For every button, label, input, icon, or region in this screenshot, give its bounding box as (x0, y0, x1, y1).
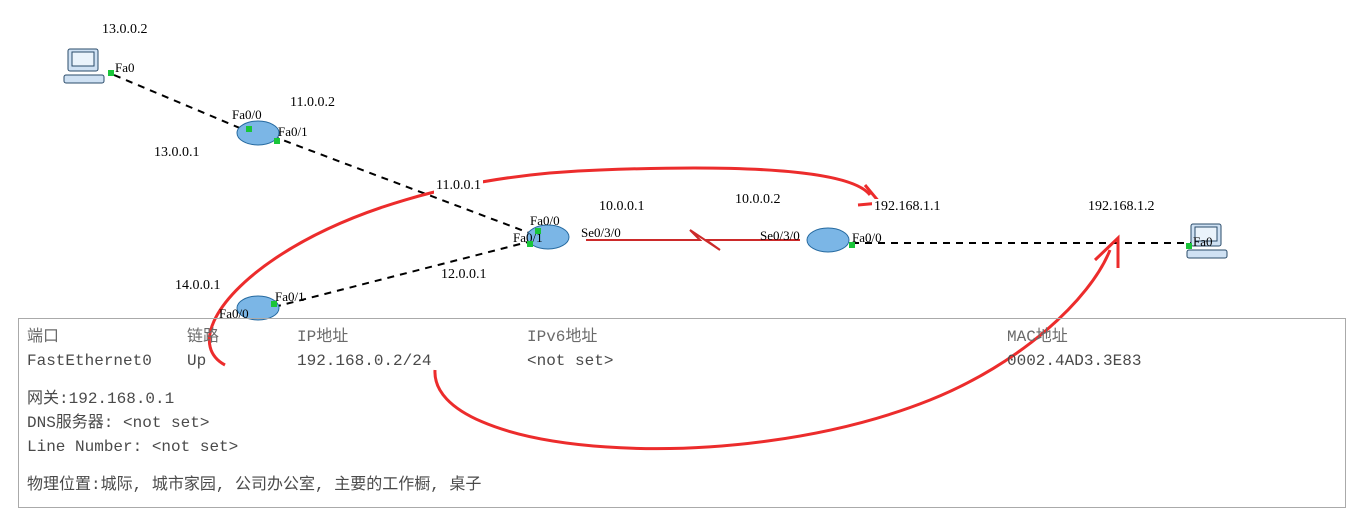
pc5-ip: 13.0.0.2 (100, 22, 150, 38)
r3-fa01-ip: 12.0.0.1 (439, 267, 489, 283)
val-link: Up (187, 349, 297, 373)
r4-fa00-ip: 192.168.1.1 (872, 199, 943, 215)
hdr-link: 链路 (187, 325, 297, 349)
val-port: FastEthernet0 (27, 349, 187, 373)
line-value: <not set> (152, 438, 238, 456)
r4-fa00: Fa0/0 (852, 230, 882, 246)
led-icon (1186, 243, 1192, 249)
r3-se030-ip: 10.0.0.1 (597, 199, 647, 215)
hdr-ip: IP地址 (297, 325, 527, 349)
led-icon (108, 70, 114, 76)
loc-label: 物理位置: (27, 476, 101, 494)
led-icon (274, 138, 280, 144)
val-mac: 0002.4AD3.3E83 (1007, 352, 1141, 370)
r3-fa00: Fa0/0 (530, 213, 560, 229)
val-ipv6: <not set> (527, 349, 1007, 373)
hdr-mac: MAC地址 (1007, 328, 1068, 346)
dns-value: <not set> (123, 414, 209, 432)
r1-fa00: Fa0/0 (232, 107, 262, 123)
led-icon (246, 126, 252, 132)
led-icon (535, 228, 541, 234)
pc5-port: Fa0 (115, 60, 135, 76)
dns-label: DNS服务器: (27, 414, 113, 432)
r1-fa00-ip: 13.0.0.1 (152, 145, 202, 161)
r2-fa01: Fa0/1 (275, 289, 305, 305)
pc0-port: Fa0 (1193, 234, 1213, 250)
r2-fa01-ip: 14.0.0.1 (173, 278, 223, 294)
r1-fa01: Fa0/1 (278, 124, 308, 140)
line-label: Line Number: (27, 438, 142, 456)
led-icon (849, 242, 855, 248)
led-icon (271, 301, 277, 307)
gateway-label: 网关: (27, 390, 69, 408)
r1-fa01-ip: 11.0.0.2 (288, 95, 337, 111)
device-info-panel: 端口链路IP地址IPv6地址MAC地址 FastEthernet0Up192.1… (18, 318, 1346, 508)
led-icon (527, 241, 533, 247)
r4-se030-ip: 10.0.0.2 (733, 192, 783, 208)
val-ip: 192.168.0.2/24 (297, 349, 527, 373)
hdr-ipv6: IPv6地址 (527, 325, 1007, 349)
r3-se030: Se0/3/0 (581, 225, 621, 241)
hdr-port: 端口 (27, 325, 187, 349)
pc0-ip: 192.168.1.2 (1086, 199, 1157, 215)
loc-value: 城际, 城市家园, 公司办公室, 主要的工作橱, 桌子 (101, 476, 482, 494)
r4-se030: Se0/3/0 (760, 228, 800, 244)
gateway-value: 192.168.0.1 (69, 390, 175, 408)
r3-fa00-ip: 11.0.0.1 (434, 178, 483, 194)
